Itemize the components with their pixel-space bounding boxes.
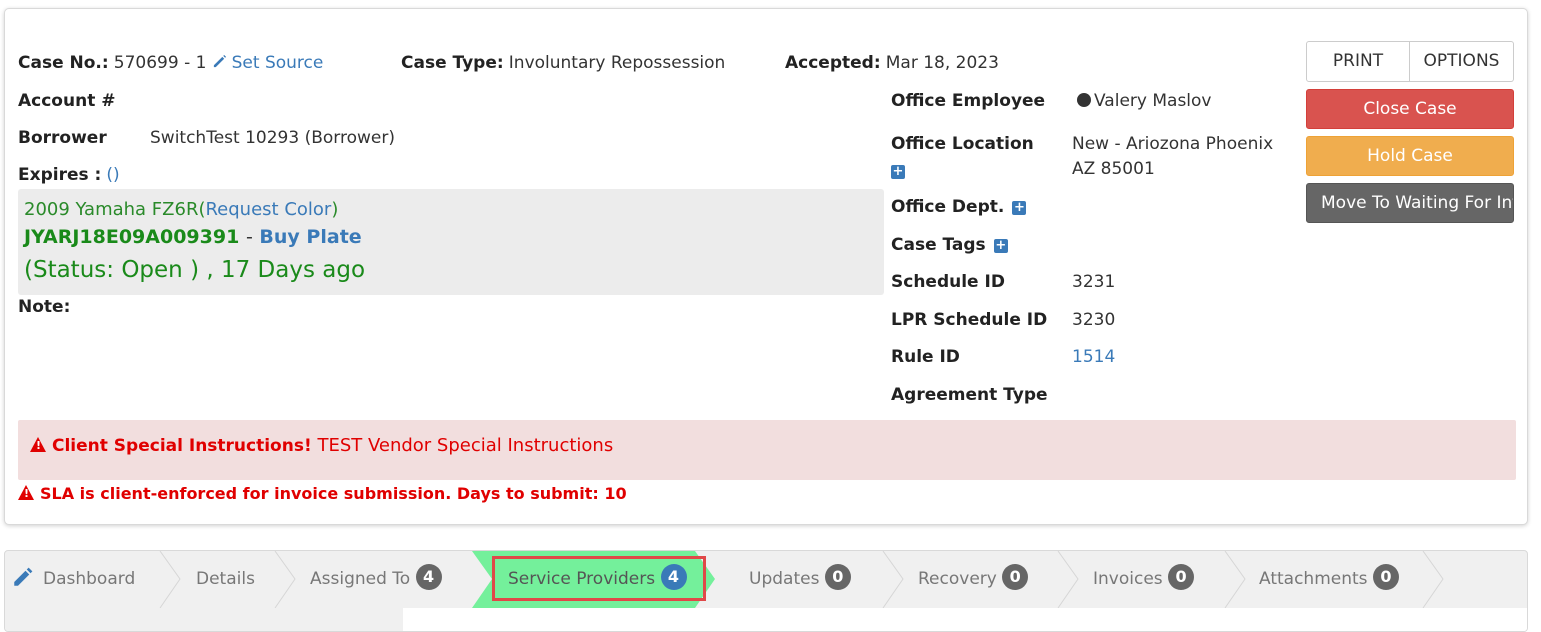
lpr-schedule-id-label: LPR Schedule ID <box>891 310 1048 330</box>
hold-case-button[interactable]: Hold Case <box>1306 136 1514 176</box>
tab-invoices-label: Invoices <box>1093 569 1163 589</box>
note-label: Note: <box>18 297 71 317</box>
office-employee-name: Valery Maslov <box>1094 91 1212 111</box>
highlight-box <box>492 556 706 601</box>
tab-recovery-label: Recovery <box>918 569 997 589</box>
options-button[interactable]: OPTIONS <box>1410 41 1514 82</box>
close-paren: ) <box>331 199 339 220</box>
tab-updates[interactable]: Updates 0 <box>749 551 851 608</box>
buy-plate-link[interactable]: Buy Plate <box>259 226 361 248</box>
rule-id-label: Rule ID <box>891 347 960 367</box>
expires-label: Expires : <box>18 165 102 185</box>
office-dept-field: Office Dept. + <box>891 197 1027 217</box>
office-employee-value: Valery Maslov <box>1077 91 1212 111</box>
warning-icon <box>18 485 34 500</box>
client-instructions-title: Client Special Instructions! <box>52 436 312 456</box>
expires-value[interactable]: () <box>106 165 119 185</box>
plus-icon: + <box>891 164 905 179</box>
tab-dashboard-label: Dashboard <box>43 569 136 589</box>
tab-attachments-count: 0 <box>1372 564 1399 590</box>
case-type-label: Case Type: <box>401 53 504 73</box>
sla-alert: SLA is client-enforced for invoice submi… <box>18 484 627 503</box>
office-dept-label: Office Dept. <box>891 197 1005 217</box>
add-location-button[interactable]: + <box>891 161 905 180</box>
accepted-value: Mar 18, 2023 <box>885 53 999 73</box>
tab-attachments[interactable]: Attachments 0 <box>1259 551 1399 608</box>
vehicle-panel: 2009 Yamaha FZ6R(Request Color) JYARJ18E… <box>18 189 884 295</box>
vehicle-year-make-model: 2009 Yamaha FZ6R <box>24 199 199 220</box>
case-tags-label: Case Tags <box>891 235 986 255</box>
client-instructions-row: Client Special Instructions! TEST Vendor… <box>30 435 613 456</box>
office-location-line2: AZ 85001 <box>1072 159 1155 179</box>
vin-value: JYARJ18E09A009391 <box>24 226 240 248</box>
case-number-field: Case No.: 570699 - 1 Set Source <box>18 53 323 73</box>
schedule-id-label: Schedule ID <box>891 272 1005 292</box>
accepted-field: Accepted: Mar 18, 2023 <box>785 53 999 73</box>
case-summary-card: Case No.: 570699 - 1 Set Source Case Typ… <box>4 8 1528 525</box>
add-tag-button[interactable]: + <box>993 239 1008 253</box>
sla-text: SLA is client-enforced for invoice submi… <box>40 484 627 503</box>
case-tab-bar: Dashboard Details Assigned To 4 Service … <box>4 550 1528 632</box>
tab-assigned-to[interactable]: Assigned To 4 <box>310 551 442 608</box>
case-type-field: Case Type: Involuntary Repossession <box>401 53 725 73</box>
tab-recovery[interactable]: Recovery 0 <box>918 551 1029 608</box>
client-instructions-text: TEST Vendor Special Instructions <box>317 435 614 456</box>
tab-recovery-count: 0 <box>1002 564 1029 590</box>
tab-assigned-to-label: Assigned To <box>310 569 411 589</box>
tab-updates-count: 0 <box>824 564 851 590</box>
case-tags-field: Case Tags + <box>891 235 1008 255</box>
pencil-icon <box>213 54 226 68</box>
tab-invoices-count: 0 <box>1168 564 1195 590</box>
agreement-type-label: Agreement Type <box>891 385 1048 405</box>
tab-strip: Dashboard Details Assigned To 4 Service … <box>5 551 1527 608</box>
case-type-value: Involuntary Repossession <box>508 53 726 73</box>
status-dot-icon <box>1077 93 1091 107</box>
warning-icon <box>30 437 46 452</box>
request-color-link[interactable]: Request Color <box>205 199 331 220</box>
set-source-link[interactable]: Set Source <box>212 53 324 73</box>
set-source-label: Set Source <box>231 53 324 73</box>
borrower-value: SwitchTest 10293 (Borrower) <box>150 128 395 148</box>
client-instructions-alert: Client Special Instructions! TEST Vendor… <box>18 420 1516 480</box>
vin-row: JYARJ18E09A009391 - Buy Plate <box>24 226 362 248</box>
schedule-id-value: 3231 <box>1072 272 1116 292</box>
vehicle-status: (Status: Open ) , 17 Days ago <box>24 257 366 283</box>
print-button[interactable]: PRINT <box>1306 41 1410 82</box>
tab-invoices[interactable]: Invoices 0 <box>1093 551 1195 608</box>
tab-attachments-label: Attachments <box>1259 569 1368 589</box>
borrower-label: Borrower <box>18 128 107 148</box>
tab-bar-second-row-fill <box>403 608 1527 631</box>
case-number-value: 570699 - 1 <box>113 53 207 73</box>
rule-id-link[interactable]: 1514 <box>1072 347 1115 367</box>
case-number-label: Case No.: <box>18 53 109 73</box>
tab-dashboard[interactable]: Dashboard <box>13 551 135 608</box>
lpr-schedule-id-value: 3230 <box>1072 310 1116 330</box>
account-label: Account # <box>18 91 116 111</box>
expires-field: Expires : () <box>18 165 120 185</box>
close-case-button[interactable]: Close Case <box>1306 89 1514 129</box>
office-employee-label: Office Employee <box>891 91 1046 111</box>
office-location-line1: New - Ariozona Phoenix <box>1072 134 1274 154</box>
pencil-icon <box>14 567 33 586</box>
tab-assigned-to-count: 4 <box>415 564 442 590</box>
office-location-label: Office Location <box>891 134 1034 154</box>
move-to-waiting-button[interactable]: Move To Waiting For Info <box>1306 183 1514 223</box>
accepted-label: Accepted: <box>785 53 881 73</box>
tab-details-label: Details <box>196 569 255 589</box>
vehicle-title: 2009 Yamaha FZ6R(Request Color) <box>24 199 338 220</box>
add-dept-button[interactable]: + <box>1012 201 1027 215</box>
tab-details[interactable]: Details <box>196 551 255 608</box>
vin-dash: - <box>245 226 253 248</box>
tab-updates-label: Updates <box>749 569 820 589</box>
